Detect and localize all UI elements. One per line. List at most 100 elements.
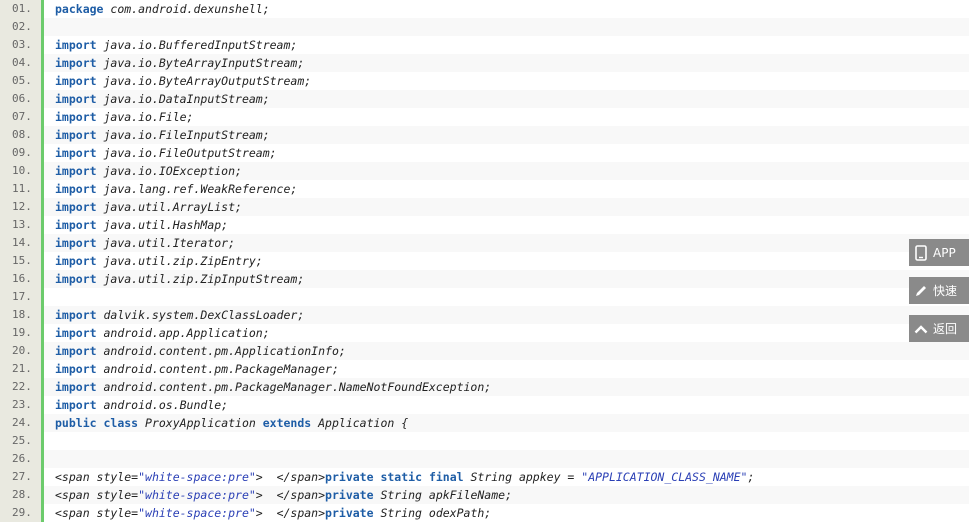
line-number: 20. [0,342,44,360]
code-line: 13. import java.util.HashMap; [0,216,969,234]
code-line: 03. import java.io.BufferedInputStream; [0,36,969,54]
keyword: import [55,272,97,286]
keyword: import [55,146,97,160]
line-number: 04. [0,54,44,72]
code-text: import java.io.FileInputStream; [44,126,969,144]
line-number: 19. [0,324,44,342]
code-text: import java.io.ByteArrayOutputStream; [44,72,969,90]
keyword: import [55,128,97,142]
line-number: 28. [0,486,44,504]
keyword: import [55,74,97,88]
code-token: android.app.Application; [96,326,270,340]
code-token: java.io.IOException; [96,164,242,178]
code-token: > </span> [255,470,326,484]
keyword: static [380,470,422,484]
back-to-top-button[interactable]: 返回 [909,315,969,342]
code-token: android.content.pm.PackageManager; [96,362,339,376]
code-line: 29. <span style="white-space:pre"> </span… [0,504,969,522]
code-token: java.util.Iterator; [96,236,236,250]
code-text: import android.os.Bundle; [44,396,969,414]
app-download-label: APP [933,245,956,260]
code-token: Application { [311,416,409,430]
code-line: 06. import java.io.DataInputStream; [0,90,969,108]
keyword: import [55,236,97,250]
line-number: 23. [0,396,44,414]
code-token: android.content.pm.PackageManager.NameNo… [96,380,492,394]
line-number: 08. [0,126,44,144]
code-text [44,450,969,468]
code-token: java.io.BufferedInputStream; [96,38,298,52]
code-line: 20. import android.content.pm.Application… [0,342,969,360]
quick-reply-button[interactable]: 快速 [909,277,969,304]
code-line: 18. import dalvik.system.DexClassLoader; [0,306,969,324]
code-line: 08. import java.io.FileInputStream; [0,126,969,144]
keyword: import [55,92,97,106]
keyword: final [428,470,464,484]
code-line: 12. import java.util.ArrayList; [0,198,969,216]
line-number: 07. [0,108,44,126]
string-literal: "white-space:pre" [138,488,256,502]
keyword: import [55,164,97,178]
line-number: 09. [0,144,44,162]
code-line: 05. import java.io.ByteArrayOutputStream; [0,72,969,90]
code-text: import android.content.pm.ApplicationInf… [44,342,969,360]
code-text: import java.util.Iterator; [44,234,969,252]
keyword: import [55,326,97,340]
keyword: import [55,344,97,358]
keyword: import [55,56,97,70]
code-text: import java.util.zip.ZipInputStream; [44,270,969,288]
line-number: 06. [0,90,44,108]
code-token: java.io.FileOutputStream; [96,146,277,160]
code-token: java.io.ByteArrayOutputStream; [96,74,312,88]
code-token: String odexPath; [373,506,492,520]
line-number: 16. [0,270,44,288]
keyword: import [55,254,97,268]
code-token: java.util.ArrayList; [96,200,242,214]
keyword: import [55,218,97,232]
keyword: private [325,470,374,484]
line-number: 12. [0,198,44,216]
code-text [44,18,969,36]
line-number: 29. [0,504,44,522]
code-text: public class ProxyApplication extends Ap… [44,414,969,432]
app-download-button[interactable]: APP [909,239,969,266]
code-line: 24. public class ProxyApplication extends… [0,414,969,432]
code-text: package com.android.dexunshell; [44,0,969,18]
code-token: ; [747,470,755,484]
keyword: import [55,380,97,394]
line-number: 03. [0,36,44,54]
line-number: 15. [0,252,44,270]
string-literal: "white-space:pre" [138,506,256,520]
line-number: 22. [0,378,44,396]
quick-reply-label: 快速 [933,284,958,298]
code-text: import java.io.File; [44,108,969,126]
line-number: 21. [0,360,44,378]
line-number: 10. [0,162,44,180]
code-token: com.android.dexunshell; [103,2,270,16]
keyword: import [55,38,97,52]
keyword: import [55,362,97,376]
code-text: import java.io.FileOutputStream; [44,144,969,162]
code-text: <span style="white-space:pre"> </span>pr… [44,486,969,504]
code-text: import java.io.IOException; [44,162,969,180]
keyword: class [103,416,139,430]
code-listing: 01. package com.android.dexunshell; 02. 03.… [0,0,969,522]
code-text: <span style="white-space:pre"> </span>pr… [44,468,969,486]
code-token: ProxyApplication [138,416,263,430]
code-text: import java.io.DataInputStream; [44,90,969,108]
code-line: 22. import android.content.pm.PackageMana… [0,378,969,396]
line-number: 17. [0,288,44,306]
keyword: import [55,182,97,196]
line-number: 11. [0,180,44,198]
code-token: <span style= [55,488,139,502]
code-token: java.io.ByteArrayInputStream; [96,56,305,70]
code-line: 28. <span style="white-space:pre"> </span… [0,486,969,504]
keyword: import [55,110,97,124]
code-line: 17. [0,288,969,306]
code-text: import java.util.HashMap; [44,216,969,234]
code-text: import java.util.zip.ZipEntry; [44,252,969,270]
code-token: java.util.zip.ZipEntry; [96,254,263,268]
code-text: import java.lang.ref.WeakReference; [44,180,969,198]
